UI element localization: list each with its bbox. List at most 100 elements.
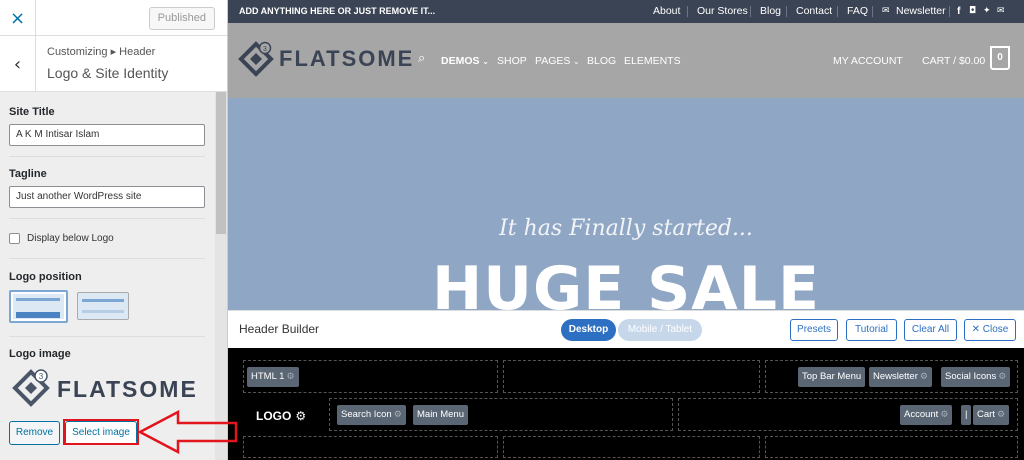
published-button[interactable]: Published [148,7,215,30]
header-builder-toolbar: Header Builder Desktop Mobile / Tablet P… [228,310,1024,348]
chip-cart[interactable]: Cart ⚙ [973,405,1010,425]
gear-icon[interactable]: ⚙ [997,410,1005,420]
site-logo-wordmark[interactable]: FLATSOME [279,46,414,72]
section-header: ‹ Customizing ▸ Header Logo & Site Ident… [0,36,227,92]
gear-icon[interactable]: ⚙ [286,372,294,382]
logo-position-center-option[interactable] [77,292,129,320]
topbar-divider [949,6,950,17]
site-header: 3 FLATSOME ⌕ DEMOS ⌄ SHOP PAGES ⌄ BLOG E… [228,23,1024,98]
option-preview [82,310,124,313]
gear-icon[interactable]: ⚙ [394,410,402,420]
nav-label: PAGES [535,55,571,67]
gear-icon[interactable]: ⚙ [940,410,948,420]
logo-position-left-option[interactable] [9,290,68,323]
drop-zone-bottom-left[interactable] [243,436,498,458]
nav-elements[interactable]: ELEMENTS [624,55,681,67]
site-title-input[interactable]: A K M Intisar Islam [9,124,205,146]
tagline-input[interactable]: Just another WordPress site [9,186,205,208]
chevron-down-icon: ⌄ [570,57,580,66]
tutorial-button[interactable]: Tutorial [846,319,897,341]
chip-newsletter[interactable]: Newsletter ⚙ [869,367,932,387]
chip-label: Social Icons [945,371,997,382]
topbar-link-newsletter[interactable]: Newsletter [896,5,946,17]
chip-search-icon[interactable]: Search Icon ⚙ [337,405,406,425]
scrollbar-thumb[interactable] [216,92,226,234]
topbar-link-faq[interactable]: FAQ [847,5,868,17]
display-below-logo-label: Display below Logo [27,233,114,244]
topbar-link-contact[interactable]: Contact [796,5,832,17]
presets-button[interactable]: Presets [790,319,838,341]
logo-position-label: Logo position [9,271,82,283]
chip-divider[interactable]: | [961,405,972,425]
logo-wordmark: FLATSOME [57,376,198,402]
hero-script-text: It has Finally started... [499,216,753,241]
sidebar-scrollbar[interactable] [215,92,227,460]
section-title: Logo & Site Identity [47,65,169,81]
clear-all-button[interactable]: Clear All [904,319,957,341]
close-icon[interactable]: × [0,0,36,36]
chip-main-menu[interactable]: Main Menu [413,405,468,425]
divider [9,258,205,259]
logo-badge: 3 [39,372,44,381]
topbar-divider [687,6,688,17]
nav-demos[interactable]: DEMOS ⌄ [441,55,489,67]
divider [9,156,205,157]
mobile-tablet-toggle[interactable]: Mobile / Tablet [618,319,702,341]
customizer-sidebar: × Published ‹ Customizing ▸ Header Logo … [0,0,228,460]
remove-button[interactable]: Remove [9,421,60,445]
gear-icon[interactable]: ⚙ [295,409,306,423]
chip-label: Cart [977,409,995,420]
chip-label: Newsletter [873,371,918,382]
annotation-arrow-icon [138,410,238,454]
topbar-divider [786,6,787,17]
logo-image-preview: 3 FLATSOME [11,368,207,408]
topbar-link-stores[interactable]: Our Stores [697,5,748,17]
chip-label: Search Icon [341,409,392,420]
facebook-icon[interactable]: f [957,5,961,17]
envelope-icon[interactable]: ✉ [882,6,890,16]
chip-logo[interactable]: LOGO ⚙ [243,402,326,430]
logo-image-label: Logo image [9,348,71,360]
nav-label: DEMOS [441,55,480,67]
topbar-divider [750,6,751,17]
nav-pages[interactable]: PAGES ⌄ [535,55,580,67]
header-builder-canvas: HTML 1 ⚙ Top Bar Menu Newsletter ⚙ Social … [228,348,1024,460]
my-account-link[interactable]: MY ACCOUNT [833,55,903,67]
gear-icon[interactable]: ⚙ [998,372,1006,382]
divider [9,218,205,219]
chip-account[interactable]: Account ⚙ [900,405,953,425]
topbar-divider [837,6,838,17]
gear-icon[interactable]: ⚙ [920,372,928,382]
nav-shop[interactable]: SHOP [497,55,527,67]
back-arrow-icon[interactable]: ‹ [0,36,36,92]
option-preview [16,312,60,318]
instagram-icon[interactable]: ◘ [969,6,976,16]
nav-blog[interactable]: BLOG [587,55,616,67]
chip-label: Account [904,409,939,420]
top-bar: ADD ANYTHING HERE OR JUST REMOVE IT... A… [228,0,1024,23]
twitter-icon[interactable]: ✦ [983,6,991,16]
chip-social-icons[interactable]: Social Icons ⚙ [941,367,1011,387]
chip-top-bar-menu[interactable]: Top Bar Menu [798,367,866,387]
flatsome-logo-mark[interactable]: 3 [238,40,274,78]
flatsome-logo-mark: 3 [12,369,50,407]
desktop-toggle[interactable]: Desktop [561,319,616,341]
drop-zone-bottom-right[interactable] [765,436,1018,458]
topbar-link-about[interactable]: About [653,5,680,17]
search-icon[interactable]: ⌕ [418,51,425,66]
email-icon[interactable]: ✉ [997,6,1005,16]
chevron-down-icon: ⌄ [479,57,490,66]
cart-count-icon[interactable]: 0 [990,46,1010,70]
tagline-label: Tagline [9,168,47,180]
sidebar-top-bar: × Published [0,0,227,36]
cart-link[interactable]: CART / $0.00 [922,55,985,67]
chip-html1[interactable]: HTML 1 ⚙ [247,367,299,387]
drop-zone-bottom-center[interactable] [503,436,760,458]
display-below-logo-checkbox[interactable] [9,233,20,244]
highlight-box [63,419,139,445]
drop-zone-top-center[interactable] [503,360,760,393]
logo-badge: 3 [263,46,267,53]
topbar-link-blog[interactable]: Blog [760,5,781,17]
option-preview [82,299,124,302]
close-button[interactable]: ✕ Close [964,319,1016,341]
